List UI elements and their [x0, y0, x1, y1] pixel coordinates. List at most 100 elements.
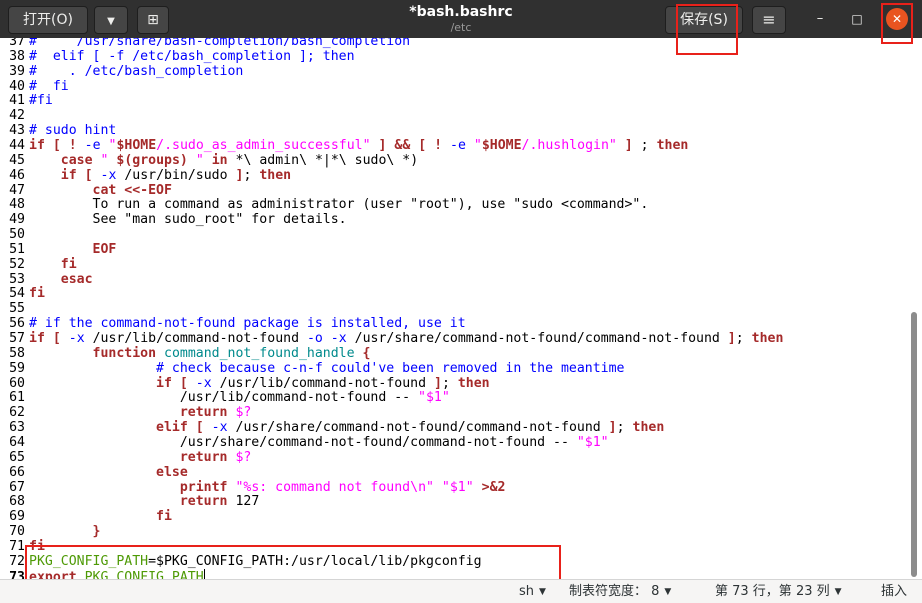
- code-line[interactable]: 54 fi: [0, 286, 905, 301]
- line-number: 37: [9, 38, 25, 49]
- header-bar: 打开(O) ▼ ⊞ *bash.bashrc /etc 保存(S) ≡ – □ …: [0, 0, 922, 38]
- code-token: if: [60, 167, 77, 183]
- code-line[interactable]: 52 fi: [0, 257, 905, 272]
- code-token: then: [259, 167, 292, 183]
- line-number: 53: [9, 271, 25, 287]
- code-line[interactable]: 71 fi: [0, 539, 905, 554]
- code-token: ;: [441, 375, 458, 391]
- code-line[interactable]: 48 To run a command as administrator (us…: [0, 197, 905, 212]
- line-number: 59: [9, 360, 25, 376]
- code-token: -x: [330, 331, 347, 346]
- language-selector[interactable]: sh ▼: [519, 584, 546, 600]
- line-code: EOF: [25, 242, 117, 257]
- close-icon: ✕: [891, 12, 903, 26]
- code-line[interactable]: 68 return 127: [0, 494, 905, 509]
- code-line[interactable]: 70 }: [0, 524, 905, 539]
- code-token: [: [418, 137, 427, 153]
- scrollbar-thumb[interactable]: [911, 312, 917, 577]
- code-line[interactable]: 51 EOF: [0, 242, 905, 257]
- code-line[interactable]: 69 fi: [0, 509, 905, 524]
- code-line[interactable]: 64 /usr/share/command-not-found/command-…: [0, 435, 905, 450]
- code-line[interactable]: 42: [0, 108, 905, 123]
- open-menu-button[interactable]: ▼: [94, 6, 128, 34]
- open-button[interactable]: 打开(O): [8, 6, 88, 34]
- code-token: fi: [29, 538, 45, 554]
- code-token: ;: [735, 331, 752, 346]
- code-line[interactable]: 67 printf "%s: command not found\n" "$1"…: [0, 480, 905, 495]
- vertical-scrollbar[interactable]: [908, 40, 918, 577]
- code-line[interactable]: 40 # fi: [0, 79, 905, 94]
- code-line[interactable]: 39 # . /etc/bash_completion: [0, 64, 905, 79]
- line-number: 41: [9, 93, 25, 109]
- line-number: 69: [9, 509, 25, 525]
- close-button[interactable]: ✕: [886, 8, 908, 30]
- code-token: command_not_found_handle: [164, 345, 355, 361]
- code-line[interactable]: 62 return $?: [0, 405, 905, 420]
- code-line[interactable]: 47 cat <<-EOF: [0, 183, 905, 198]
- code-line[interactable]: 55: [0, 301, 905, 316]
- code-token: ]: [624, 137, 633, 153]
- new-tab-button[interactable]: ⊞: [137, 6, 169, 34]
- code-token: then: [457, 375, 490, 391]
- code-token: # if the command-not-found package is in…: [29, 316, 466, 332]
- code-token: ;: [632, 137, 657, 153]
- code-line[interactable]: 50: [0, 227, 905, 242]
- code-line[interactable]: 53 esac: [0, 272, 905, 287]
- code-line[interactable]: 46 if [ -x /usr/bin/sudo ]; then: [0, 168, 905, 183]
- code-line[interactable]: 66 else: [0, 465, 905, 480]
- code-line[interactable]: 43 # sudo hint: [0, 123, 905, 138]
- line-number: 42: [9, 108, 25, 124]
- code-line[interactable]: 63 elif [ -x /usr/share/command-not-foun…: [0, 420, 905, 435]
- code-token: -e: [84, 137, 101, 153]
- line-code: printf "%s: command not found\n" "$1" >&…: [25, 479, 506, 495]
- save-button[interactable]: 保存(S): [665, 6, 743, 34]
- code-line[interactable]: 58 function command_not_found_handle {: [0, 346, 905, 361]
- code-token: $?: [235, 405, 252, 421]
- code-line[interactable]: 37 # /usr/share/bash-completion/bash_comp…: [0, 38, 905, 49]
- code-token: cat <<-EOF: [92, 182, 172, 198]
- cursor-position[interactable]: 第 73 行，第 23 列 ▼: [715, 584, 842, 600]
- line-code: To run a command as administrator (user …: [25, 197, 649, 212]
- code-token: "%s: command not found\n": [235, 479, 434, 495]
- code-token: else: [156, 464, 188, 480]
- code-line[interactable]: 45 case " $(groups) " in *\ admin\ *|*\ …: [0, 153, 905, 168]
- code-line[interactable]: 59 # check because c-n-f could've been r…: [0, 361, 905, 376]
- line-code: function command_not_found_handle {: [25, 345, 371, 361]
- tab-width-selector[interactable]: 制表符宽度： 8 ▼: [569, 584, 671, 600]
- insert-mode[interactable]: 插入: [881, 584, 907, 600]
- main-menu-button[interactable]: ≡: [752, 6, 786, 34]
- code-line[interactable]: 65 return $?: [0, 450, 905, 465]
- code-token: [: [179, 375, 188, 391]
- code-line[interactable]: 73 export PKG_CONFIG_PATH: [0, 568, 905, 579]
- line-code: # /usr/share/bash-completion/bash_comple…: [25, 38, 410, 49]
- line-number: 56: [9, 316, 25, 332]
- code-line[interactable]: 41 #fi: [0, 93, 905, 108]
- minimize-button[interactable]: –: [809, 8, 831, 30]
- maximize-button[interactable]: □: [846, 8, 868, 30]
- code-line[interactable]: 49 See "man sudo_root" for details.: [0, 212, 905, 227]
- code-line[interactable]: 60 if [ -x /usr/lib/command-not-found ];…: [0, 376, 905, 391]
- code-line[interactable]: 72 PKG_CONFIG_PATH=$PKG_CONFIG_PATH:/usr/…: [0, 554, 905, 569]
- code-line[interactable]: 56 # if the command-not-found package is …: [0, 316, 905, 331]
- code-token: PKG_CONFIG_PATH: [29, 553, 149, 569]
- line-number: 47: [9, 182, 25, 198]
- code-line[interactable]: 61 /usr/lib/command-not-found -- "$1": [0, 390, 905, 405]
- line-code: # check because c-n-f could've been remo…: [25, 361, 624, 376]
- text-editor[interactable]: 37 # /usr/share/bash-completion/bash_comp…: [0, 38, 922, 579]
- code-line[interactable]: 57 if [ -x /usr/lib/command-not-found -o …: [0, 331, 905, 346]
- code-token: function: [92, 345, 157, 361]
- line-number: 46: [9, 167, 25, 183]
- code-line[interactable]: 44 if [ ! -e "$HOME/.sudo_as_admin_succes…: [0, 138, 905, 153]
- code-line[interactable]: 38 # elif [ -f /etc/bash_completion ]; th…: [0, 49, 905, 64]
